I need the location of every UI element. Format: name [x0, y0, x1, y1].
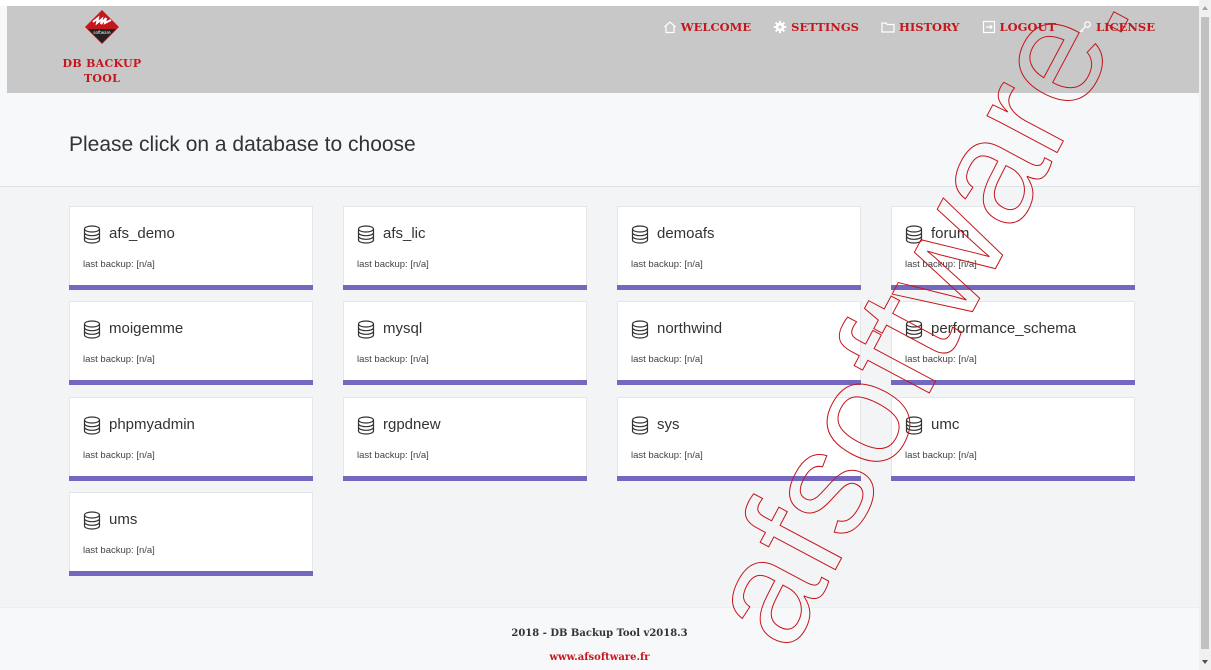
menu-item-license-label: LICENSE [1096, 20, 1155, 34]
logout-icon [982, 20, 996, 34]
menu-item-settings-label: SETTINGS [791, 20, 859, 34]
database-name: afs_demo [109, 225, 175, 242]
database-card-mysql[interactable]: mysql last backup: [n/a] [343, 301, 587, 385]
menu-item-license[interactable]: LICENSE [1078, 20, 1155, 34]
menu-item-logout-label: LOGOUT [999, 20, 1057, 34]
database-icon [83, 225, 101, 244]
app-name-line-2: TOOL [83, 72, 121, 85]
last-backup-text: last backup: [n/a] [905, 259, 977, 270]
page-header: Please click on a database to choose [0, 93, 1199, 187]
app-logo[interactable]: software DB BACKUP TOOL [57, 6, 147, 93]
main-menu: WELCOME SETTINGS HISTORY LOGOUT LICENSE [641, 20, 1155, 34]
database-icon [905, 320, 923, 339]
logo-mark-icon: software [85, 10, 119, 44]
last-backup-text: last backup: [n/a] [905, 450, 977, 461]
database-card-forum[interactable]: forum last backup: [n/a] [891, 206, 1135, 290]
database-card-afs_lic[interactable]: afs_lic last backup: [n/a] [343, 206, 587, 290]
database-card-rgpdnew[interactable]: rgpdnew last backup: [n/a] [343, 397, 587, 481]
menu-item-history-label: HISTORY [898, 20, 960, 34]
last-backup-text: last backup: [n/a] [905, 354, 977, 365]
menu-item-logout[interactable]: LOGOUT [982, 20, 1057, 34]
database-card-demoafs[interactable]: demoafs last backup: [n/a] [617, 206, 861, 290]
database-name: ums [109, 511, 138, 528]
footer: 2018 - DB Backup Tool v2018.3 www.afsoft… [0, 607, 1199, 670]
footer-website-link[interactable]: www.afsoftware.fr [0, 652, 1199, 663]
database-name: forum [931, 225, 970, 242]
database-name: mysql [383, 320, 423, 337]
database-name: umc [931, 416, 960, 433]
last-backup-text: last backup: [n/a] [631, 354, 703, 365]
key-icon [1078, 20, 1092, 34]
database-name: sys [657, 416, 680, 433]
card-accent-bar [69, 380, 313, 385]
home-icon [663, 20, 677, 34]
menu-item-welcome[interactable]: WELCOME [663, 20, 751, 34]
svg-text:software: software [93, 30, 111, 35]
last-backup-text: last backup: [n/a] [83, 450, 155, 461]
footer-copyright: 2018 - DB Backup Tool v2018.3 [511, 628, 688, 639]
menu-item-settings[interactable]: SETTINGS [773, 20, 859, 34]
database-icon [357, 225, 375, 244]
scroll-down-arrow-icon[interactable] [1202, 660, 1208, 664]
card-accent-bar [69, 571, 313, 576]
database-icon [905, 416, 923, 435]
card-accent-bar [617, 476, 861, 481]
database-name: northwind [657, 320, 723, 337]
database-card-moigemme[interactable]: moigemme last backup: [n/a] [69, 301, 313, 385]
scrollbar-thumb[interactable] [1201, 17, 1209, 649]
database-icon [905, 225, 923, 244]
card-accent-bar [69, 476, 313, 481]
database-name: moigemme [109, 320, 184, 337]
database-icon [83, 320, 101, 339]
last-backup-text: last backup: [n/a] [357, 354, 429, 365]
database-name: rgpdnew [383, 416, 441, 433]
card-accent-bar [891, 476, 1135, 481]
database-card-afs_demo[interactable]: afs_demo last backup: [n/a] [69, 206, 313, 290]
page-title: Please click on a database to choose [69, 133, 416, 156]
last-backup-text: last backup: [n/a] [357, 259, 429, 270]
database-card-umc[interactable]: umc last backup: [n/a] [891, 397, 1135, 481]
last-backup-text: last backup: [n/a] [631, 450, 703, 461]
database-card-sys[interactable]: sys last backup: [n/a] [617, 397, 861, 481]
page: software DB BACKUP TOOL WELCOME SETTINGS [0, 0, 1199, 670]
vertical-scrollbar[interactable] [1199, 0, 1211, 670]
database-card-performance_schema[interactable]: performance_schema last backup: [n/a] [891, 301, 1135, 385]
database-icon [631, 416, 649, 435]
database-name: phpmyadmin [109, 416, 195, 433]
gear-icon [773, 20, 787, 34]
navbar: software DB BACKUP TOOL WELCOME SETTINGS [7, 6, 1199, 93]
card-accent-bar [343, 285, 587, 290]
database-card-northwind[interactable]: northwind last backup: [n/a] [617, 301, 861, 385]
database-icon [631, 225, 649, 244]
database-icon [357, 320, 375, 339]
menu-item-history[interactable]: HISTORY [881, 20, 960, 34]
menu-item-welcome-label: WELCOME [680, 20, 752, 34]
database-grid: afs_demo last backup: [n/a] afs_lic last… [0, 187, 1199, 607]
card-accent-bar [343, 380, 587, 385]
database-card-phpmyadmin[interactable]: phpmyadmin last backup: [n/a] [69, 397, 313, 481]
scroll-up-arrow-icon[interactable] [1202, 6, 1208, 10]
app-name-line-1: DB BACKUP [62, 57, 142, 70]
database-icon [83, 416, 101, 435]
card-accent-bar [69, 285, 313, 290]
card-accent-bar [891, 285, 1135, 290]
database-card-ums[interactable]: ums last backup: [n/a] [69, 492, 313, 576]
card-accent-bar [343, 476, 587, 481]
card-accent-bar [891, 380, 1135, 385]
database-name: performance_schema [931, 320, 1077, 337]
last-backup-text: last backup: [n/a] [631, 259, 703, 270]
folder-icon [881, 20, 895, 34]
database-name: afs_lic [383, 225, 426, 242]
database-name: demoafs [657, 225, 715, 242]
last-backup-text: last backup: [n/a] [83, 259, 155, 270]
database-icon [357, 416, 375, 435]
last-backup-text: last backup: [n/a] [83, 545, 155, 556]
app-name: DB BACKUP TOOL [57, 56, 147, 86]
last-backup-text: last backup: [n/a] [83, 354, 155, 365]
last-backup-text: last backup: [n/a] [357, 450, 429, 461]
database-icon [631, 320, 649, 339]
database-icon [83, 511, 101, 530]
card-accent-bar [617, 285, 861, 290]
card-accent-bar [617, 380, 861, 385]
